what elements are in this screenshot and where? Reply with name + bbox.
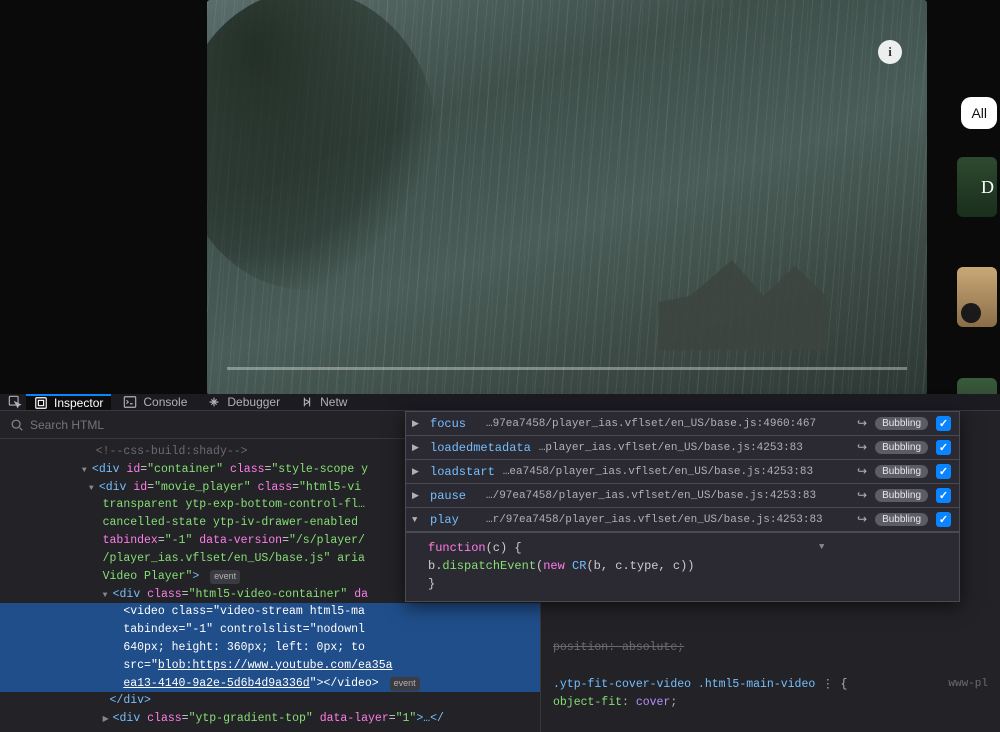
event-badge[interactable]: event [390,677,420,691]
dom-line-selected[interactable]: ea13-4140-9a2e-5d6b4d9a336d"></video> ev… [0,675,540,693]
event-name: loadstart [430,465,495,479]
dom-line-selected[interactable]: 640px; height: 360px; left: 0px; to [0,639,540,657]
event-listener-row[interactable]: ▶ focus …97ea7458/player_ias.vflset/en_US/… [406,412,959,436]
bubbling-badge: Bubbling [875,513,928,526]
jump-to-source-icon[interactable]: ↪ [857,488,867,503]
listener-enabled-checkbox[interactable] [936,440,951,455]
event-source-link[interactable]: …ea7458/player_ias.vflset/en_US/base.js:… [503,466,849,478]
search-icon [10,418,24,432]
element-picker-icon[interactable] [8,395,22,409]
event-listener-row[interactable]: ▼ play …r/97ea7458/player_ias.vflset/en_US… [406,508,959,532]
jump-to-source-icon[interactable]: ↪ [857,464,867,479]
expand-toggle-icon[interactable]: ▶ [412,443,422,453]
jump-to-source-icon[interactable]: ↪ [857,440,867,455]
page-background: i All [0,0,1000,395]
tab-label: Debugger [227,395,280,409]
event-source-link[interactable]: …/97ea7458/player_ias.vflset/en_US/base.… [486,490,849,502]
video-player[interactable]: i [207,0,927,395]
listener-enabled-checkbox[interactable] [936,464,951,479]
listener-enabled-checkbox[interactable] [936,512,951,527]
video-scene-tree [207,0,437,290]
dom-line-selected[interactable]: tabindex="-1" controlslist="nodownl [0,621,540,639]
dom-line-selected[interactable]: src="blob:https://www.youtube.com/ea35a [0,657,540,675]
bubbling-badge: Bubbling [875,465,928,478]
bubbling-badge: Bubbling [875,417,928,430]
network-icon [300,395,314,409]
event-name: play [430,513,478,527]
tab-console[interactable]: Console [115,394,195,410]
bubbling-badge: Bubbling [875,489,928,502]
bubbling-badge: Bubbling [875,441,928,454]
recommendation-thumb[interactable] [957,157,997,217]
expand-toggle-icon[interactable]: ▶ [412,419,422,429]
event-handler-code[interactable]: ▼ function(c) { b.dispatchEvent(new CR(b… [406,532,959,601]
tab-label: Console [143,395,187,409]
event-badge[interactable]: event [210,570,240,584]
event-name: pause [430,489,478,503]
event-listener-row[interactable]: ▶ loadedmetadata …player_ias.vflset/en_US/… [406,436,959,460]
listener-enabled-checkbox[interactable] [936,416,951,431]
console-icon [123,395,137,409]
tab-inspector[interactable]: Inspector [26,394,111,410]
listener-enabled-checkbox[interactable] [936,488,951,503]
css-selector[interactable]: .ytp-fit-cover-video .html5-main-video [553,678,815,691]
expand-toggle-icon[interactable]: ▶ [412,491,422,501]
jump-to-source-icon[interactable]: ↪ [857,416,867,431]
debugger-icon [207,395,221,409]
devtools-tabstrip: Inspector Console Debugger Netw [0,394,1000,411]
tab-network[interactable]: Netw [292,394,355,410]
event-listeners-popup: ▶ focus …97ea7458/player_ias.vflset/en_US/… [405,411,960,602]
filter-chip-all[interactable]: All [961,97,997,129]
event-listener-row[interactable]: ▶ pause …/97ea7458/player_ias.vflset/en_US… [406,484,959,508]
event-source-link[interactable]: …97ea7458/player_ias.vflset/en_US/base.j… [486,418,849,430]
video-progress-bar[interactable] [227,367,907,370]
event-name: loadedmetadata [430,441,531,455]
jump-to-source-icon[interactable]: ↪ [857,512,867,527]
dom-line-selected[interactable]: <video class="video-stream html5-ma [0,603,540,621]
expand-toggle-icon[interactable]: ▶ [412,467,422,477]
recommendation-thumb[interactable] [957,267,997,327]
css-source-link[interactable]: www-pl [948,676,988,694]
dom-line[interactable]: </div> [0,692,540,710]
tab-debugger[interactable]: Debugger [199,394,288,410]
tab-label: Inspector [54,396,103,410]
event-listener-row[interactable]: ▶ loadstart …ea7458/player_ias.vflset/en_U… [406,460,959,484]
dom-line[interactable]: <div class="ytp-gradient-top" data-layer… [0,710,540,728]
css-value[interactable]: cover [636,696,671,709]
inspector-icon [34,396,48,410]
sidebar: All [955,34,1000,394]
event-source-link[interactable]: …r/97ea7458/player_ias.vflset/en_US/base… [486,514,849,526]
event-name: focus [430,417,478,431]
css-declaration[interactable]: position: absolute; [553,641,684,654]
event-source-link[interactable]: …player_ias.vflset/en_US/base.js:4253:83 [539,442,849,454]
video-scene-house [627,230,837,350]
info-icon[interactable]: i [878,40,902,64]
css-property[interactable]: object-fit [553,696,622,709]
tab-label: Netw [320,395,347,409]
expand-toggle-icon[interactable]: ▼ [412,515,422,525]
devtools-panel: Inspector Console Debugger Netw [0,394,1000,716]
